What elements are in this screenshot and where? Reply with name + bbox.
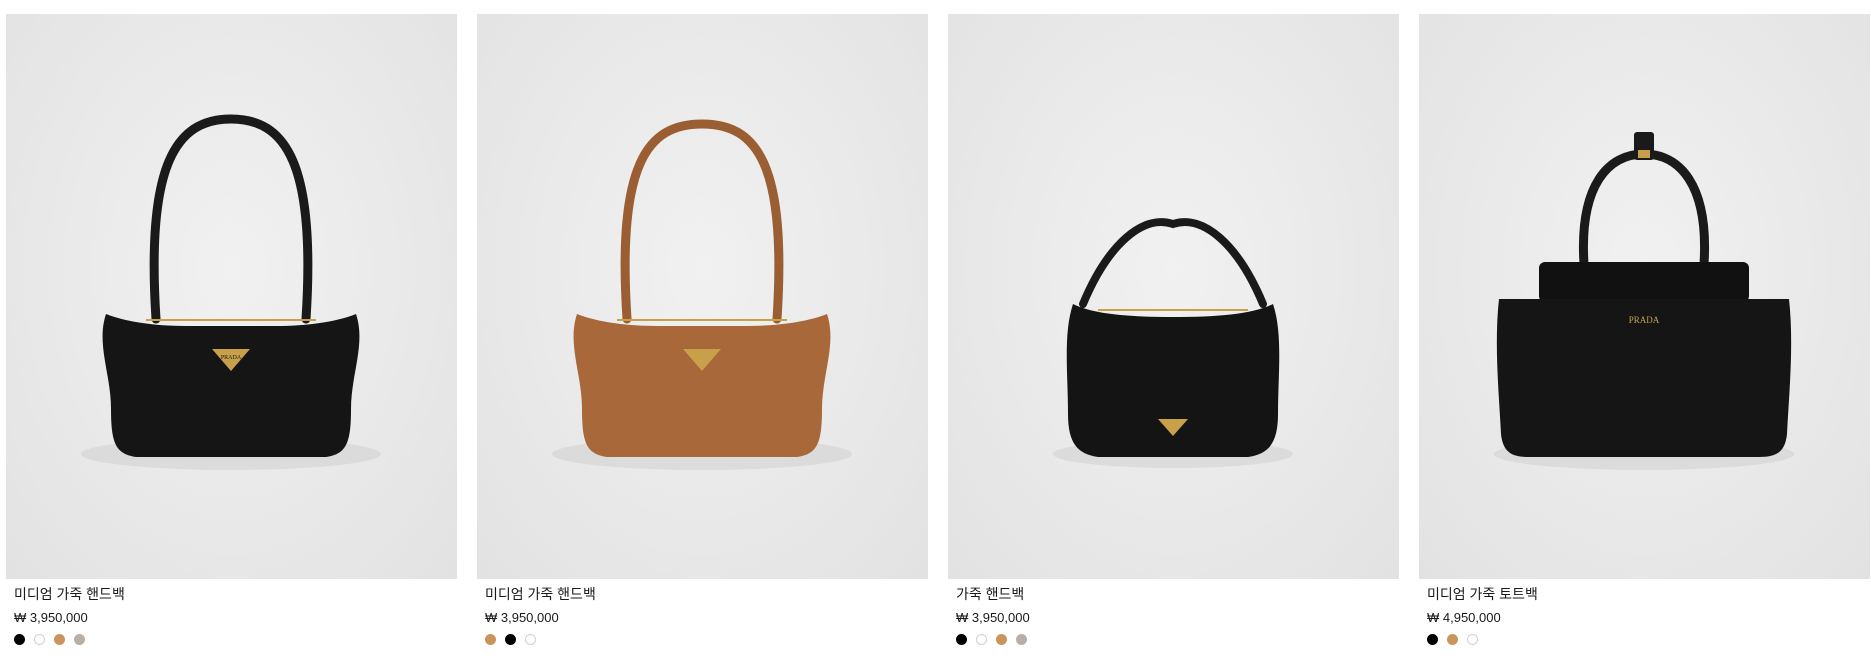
- swatch-white[interactable]: [976, 634, 987, 645]
- swatch-white[interactable]: [525, 634, 536, 645]
- product-name[interactable]: 미디엄 가죽 핸드백: [485, 585, 596, 603]
- product-name[interactable]: 가죽 핸드백: [956, 585, 1024, 603]
- product-card[interactable]: 미디엄 가죽 핸드백 ₩ 3,950,000: [477, 0, 928, 663]
- color-swatches: [485, 634, 536, 646]
- swatch-black[interactable]: [505, 634, 516, 645]
- product-price: ₩ 3,950,000: [485, 610, 559, 625]
- handbag-tan-image: [552, 119, 852, 470]
- swatch-taupe[interactable]: [74, 634, 85, 645]
- product-card[interactable]: 가죽 핸드백 ₩ 3,950,000: [948, 0, 1399, 663]
- product-card[interactable]: PRADA 미디엄 가죽 토트백 ₩ 4,950,000: [1419, 0, 1870, 663]
- brand-logo: PRADA: [221, 355, 242, 361]
- handbag-black-small-image: [1053, 218, 1293, 468]
- product-price: ₩ 3,950,000: [14, 610, 88, 625]
- product-price: ₩ 4,950,000: [1427, 610, 1501, 625]
- swatch-white[interactable]: [1467, 634, 1478, 645]
- handbag-black-image: PRADA: [81, 114, 381, 470]
- brand-logo: PRADA: [1629, 315, 1660, 325]
- color-swatches: [14, 634, 85, 646]
- swatch-tan[interactable]: [54, 634, 65, 645]
- product-image[interactable]: PRADA: [6, 14, 457, 579]
- color-swatches: [956, 634, 1027, 646]
- swatch-taupe[interactable]: [1016, 634, 1027, 645]
- product-card[interactable]: PRADA 미디엄 가죽 핸드백 ₩ 3,950,000: [6, 0, 457, 663]
- swatch-white[interactable]: [34, 634, 45, 645]
- swatch-tan[interactable]: [1447, 634, 1458, 645]
- swatch-black[interactable]: [956, 634, 967, 645]
- swatch-black[interactable]: [1427, 634, 1438, 645]
- swatch-tan[interactable]: [996, 634, 1007, 645]
- product-name[interactable]: 미디엄 가죽 핸드백: [14, 585, 125, 603]
- product-image[interactable]: [948, 14, 1399, 579]
- color-swatches: [1427, 634, 1478, 646]
- swatch-tan[interactable]: [485, 634, 496, 645]
- tote-black-image: PRADA: [1494, 132, 1794, 470]
- product-image[interactable]: PRADA: [1419, 14, 1870, 579]
- product-name[interactable]: 미디엄 가죽 토트백: [1427, 585, 1538, 603]
- product-grid: PRADA 미디엄 가죽 핸드백 ₩ 3,950,000 미디엄 가죽 핸드백 …: [0, 0, 1871, 663]
- swatch-black[interactable]: [14, 634, 25, 645]
- product-image[interactable]: [477, 14, 928, 579]
- product-price: ₩ 3,950,000: [956, 610, 1030, 625]
